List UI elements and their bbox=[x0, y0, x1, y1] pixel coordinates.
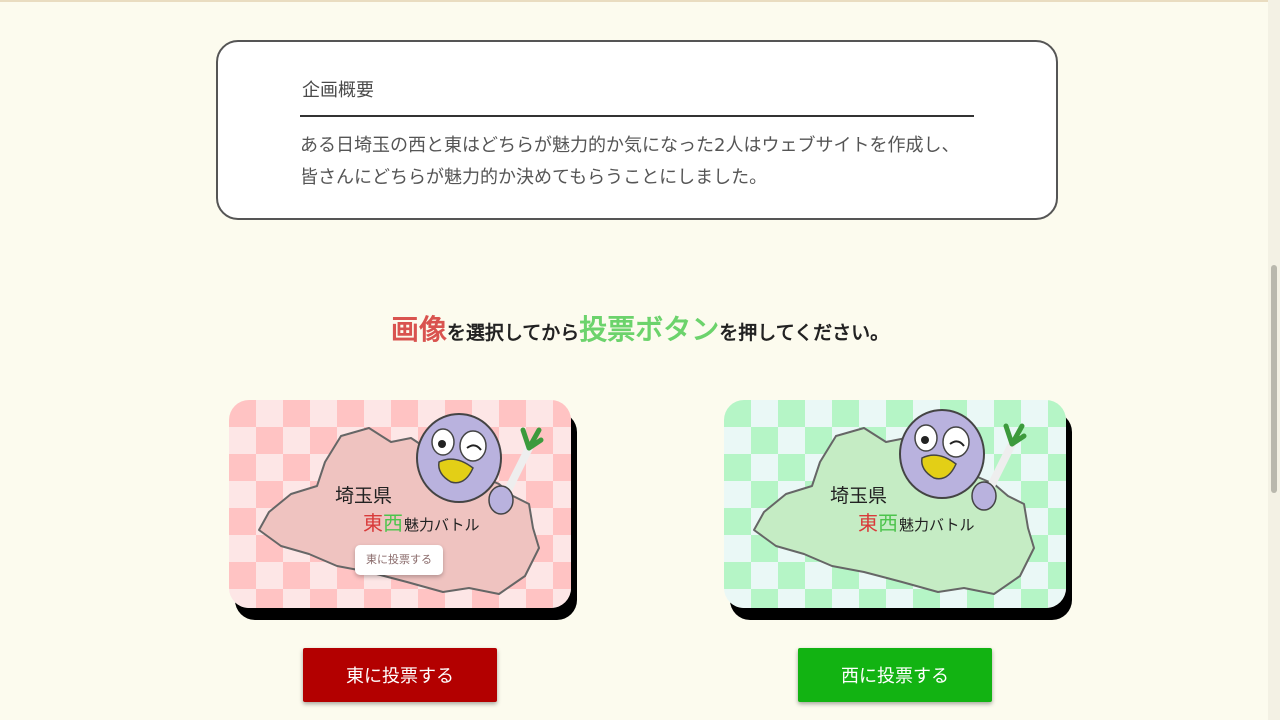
east-card-title-rest: 魅力バトル bbox=[404, 516, 479, 534]
top-border bbox=[0, 0, 1280, 2]
east-card-title-west: 西 bbox=[383, 511, 403, 535]
west-image-card[interactable]: 埼玉県 東 西 魅力バトル bbox=[724, 400, 1066, 608]
vote-instruction: 画像を選択してから投票ボタンを押してください。 bbox=[0, 308, 1280, 348]
east-card-illustration: 埼玉県 東 西 魅力バトル bbox=[229, 400, 571, 608]
east-image-card[interactable]: 埼玉県 東 西 魅力バトル 東に投票する bbox=[229, 400, 571, 608]
project-overview-box: 企画概要 ある日埼玉の西と東はどちらが魅力的か気になった2人はウェブサイトを作成… bbox=[216, 40, 1058, 220]
instruction-vote-button: 投票ボタン bbox=[579, 313, 720, 346]
overview-divider bbox=[300, 115, 974, 117]
vote-west-button[interactable]: 西に投票する bbox=[798, 648, 992, 702]
east-card-title-line1: 埼玉県 bbox=[335, 485, 392, 507]
west-card-title-rest: 魅力バトル bbox=[899, 516, 974, 534]
overview-line-2: 皆さんにどちらが魅力的か決めてもらうことにしました。 bbox=[300, 167, 768, 188]
east-card-vote-label: 東に投票する bbox=[355, 545, 443, 575]
overview-line-1: ある日埼玉の西と東はどちらが魅力的か気になった2人はウェブサイトを作成し、 bbox=[300, 135, 960, 156]
east-card-title-east: 東 bbox=[363, 511, 383, 535]
west-card-illustration: 埼玉県 東 西 魅力バトル bbox=[724, 400, 1066, 608]
west-card-title-east: 東 bbox=[858, 511, 878, 535]
instruction-text-1: を選択してから bbox=[446, 322, 580, 344]
vote-east-button[interactable]: 東に投票する bbox=[303, 648, 497, 702]
instruction-image: 画像 bbox=[390, 313, 447, 346]
west-card-title-west: 西 bbox=[878, 511, 898, 535]
overview-title: 企画概要 bbox=[302, 80, 374, 101]
west-card-title-line1: 埼玉県 bbox=[830, 485, 887, 507]
page-scrollbar-thumb[interactable] bbox=[1271, 265, 1277, 493]
overview-description: ある日埼玉の西と東はどちらが魅力的か気になった2人はウェブサイトを作成し、 皆さ… bbox=[300, 130, 1000, 194]
page-scrollbar-track[interactable] bbox=[1268, 0, 1280, 720]
instruction-text-2: を押してください。 bbox=[719, 322, 890, 344]
